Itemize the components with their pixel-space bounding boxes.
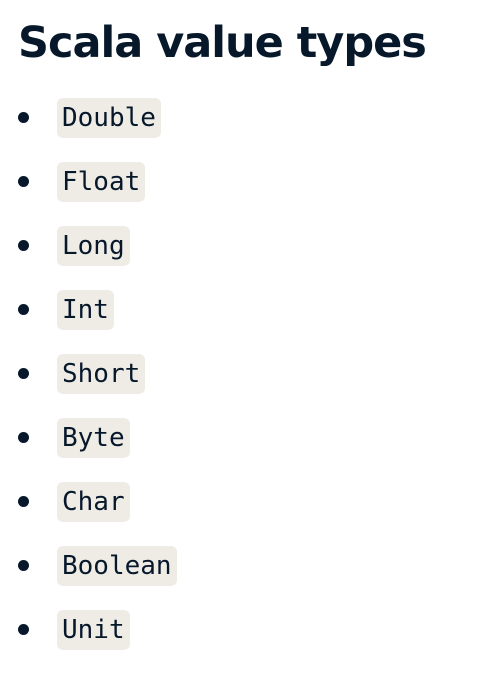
bullet-icon (18, 624, 29, 635)
type-code: Char (57, 482, 130, 522)
type-code: Unit (57, 610, 130, 650)
bullet-icon (18, 432, 29, 443)
list-item: Short (0, 352, 480, 416)
list-item: Float (0, 160, 480, 224)
bullet-icon (18, 304, 29, 315)
type-code: Float (57, 162, 146, 202)
bullet-icon (18, 240, 29, 251)
list-item: Int (0, 288, 480, 352)
bullet-icon (18, 560, 29, 571)
list-item: Char (0, 480, 480, 544)
bullet-icon (18, 112, 29, 123)
list-item: Byte (0, 416, 480, 480)
list-item: Unit (0, 608, 480, 672)
bullet-icon (18, 176, 29, 187)
type-code: Long (57, 226, 130, 266)
bullet-icon (18, 496, 29, 507)
page-title: Scala value types (18, 18, 427, 68)
page: Scala value types Double Float Long Int … (0, 0, 480, 676)
bullet-icon (18, 368, 29, 379)
list-item: Boolean (0, 544, 480, 608)
value-type-list: Double Float Long Int Short Byte Char Bo… (0, 96, 480, 672)
list-item: Double (0, 96, 480, 160)
type-code: Short (57, 354, 146, 394)
type-code: Double (57, 98, 161, 138)
type-code: Byte (57, 418, 130, 458)
type-code: Int (57, 290, 114, 330)
list-item: Long (0, 224, 480, 288)
type-code: Boolean (57, 546, 177, 586)
